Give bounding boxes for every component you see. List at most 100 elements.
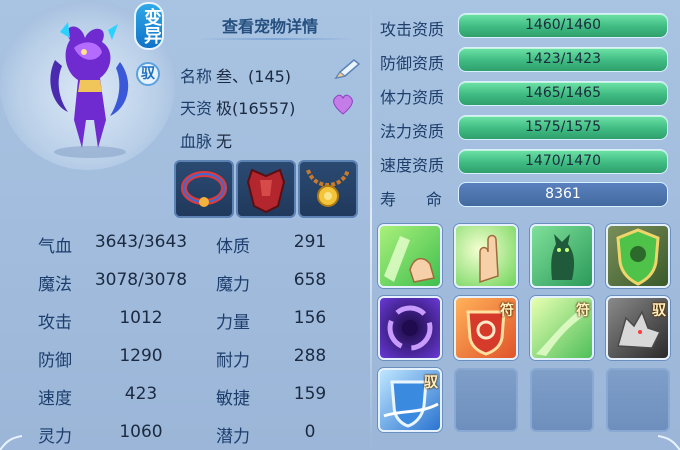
skill-slot-1[interactable]: [378, 224, 442, 288]
mag-value: 658: [293, 270, 327, 290]
name-value: 叁、(145): [216, 67, 292, 86]
panel-divider: [370, 0, 372, 450]
apt-value-spd: 1470/1470: [525, 153, 601, 169]
mag-label: 魔力: [216, 275, 250, 295]
skill-slot-7[interactable]: 符: [530, 296, 594, 360]
agi-value: 159: [293, 384, 327, 404]
stat-str: 力量: [216, 308, 250, 333]
life-bar: 8361: [458, 182, 668, 207]
green-cat-icon: [551, 234, 575, 280]
stat-spd: 速度: [38, 384, 72, 409]
green-shield-icon: [616, 228, 660, 286]
con-label: 体质: [216, 237, 250, 257]
atk-label: 攻击: [38, 313, 72, 333]
purple-vortex-icon: [387, 305, 433, 351]
apt-value-def: 1423/1423: [525, 51, 601, 67]
str-label: 力量: [216, 313, 250, 333]
apt-value-hp: 1465/1465: [525, 85, 601, 101]
stat-mag: 魔力: [216, 270, 250, 295]
life-value: 8361: [545, 186, 581, 202]
agi-label: 敏捷: [216, 389, 250, 409]
yu-tag-shield: 驭: [424, 375, 438, 391]
name-label: 名称: [180, 67, 213, 86]
mp-label: 魔法: [38, 275, 72, 295]
yu-tag-wolf: 驭: [652, 303, 666, 319]
equip-slot-3[interactable]: [298, 160, 358, 218]
apt-bar-spd: 1470/1470: [458, 149, 668, 174]
end-label: 耐力: [216, 351, 250, 371]
skill-slot-4[interactable]: [606, 224, 670, 288]
hp-value: 3643/3643: [94, 232, 188, 252]
spd-value: 423: [124, 384, 158, 404]
skill-slot-3[interactable]: [530, 224, 594, 288]
spi-value: 1060: [119, 422, 163, 442]
stat-hp: 气血: [38, 232, 72, 257]
edit-name-icon[interactable]: [332, 58, 362, 82]
skill-slot-5[interactable]: [378, 296, 442, 360]
apt-value-atk: 1460/1460: [525, 17, 601, 33]
stat-end: 耐力: [216, 346, 250, 371]
skill-slot-empty-2[interactable]: [530, 368, 594, 432]
apt-bar-atk: 1460/1460: [458, 13, 668, 38]
apt-label-def: 防御资质: [380, 54, 445, 73]
pet-talent-row: 天资 极(16557): [180, 95, 295, 119]
fu-tag-red: 符: [500, 303, 514, 319]
fu-tag-green: 符: [576, 303, 590, 319]
bloodline-value: 无: [216, 132, 233, 151]
apt-bar-mp: 1575/1575: [458, 115, 668, 140]
heart-icon[interactable]: [331, 94, 355, 116]
tame-badge: 驭: [136, 62, 160, 86]
stat-atk: 攻击: [38, 308, 72, 333]
end-value: 288: [293, 346, 327, 366]
skill-slot-empty-3[interactable]: [606, 368, 670, 432]
pot-label: 潜力: [216, 427, 250, 447]
spi-label: 灵力: [38, 427, 72, 447]
apt-label-spd: 速度资质: [380, 156, 445, 175]
equip-slot-2[interactable]: [236, 160, 296, 218]
view-pet-details-link[interactable]: 查看宠物详情: [222, 13, 318, 37]
equip-slot-1[interactable]: [174, 160, 234, 218]
atk-value: 1012: [119, 308, 163, 328]
stat-def: 防御: [38, 346, 72, 371]
def-value: 1290: [119, 346, 163, 366]
mp-value: 3078/3078: [94, 270, 188, 290]
pet-figure-icon: [50, 22, 129, 158]
corner-ornament-right-icon: [658, 435, 680, 450]
apt-value-mp: 1575/1575: [525, 119, 601, 135]
skill-slot-6[interactable]: 符: [454, 296, 518, 360]
mutant-badge: 变异: [134, 2, 164, 50]
green-palm-icon: [479, 234, 499, 284]
skill-slot-8[interactable]: 驭: [606, 296, 670, 360]
str-value: 156: [293, 308, 327, 328]
hp-label: 气血: [38, 237, 72, 257]
apt-bar-hp: 1465/1465: [458, 81, 668, 106]
stat-con: 体质: [216, 232, 250, 257]
apt-label-hp: 体力资质: [380, 88, 445, 107]
stat-mp: 魔法: [38, 270, 72, 295]
apt-label-mp: 法力资质: [380, 122, 445, 141]
armor-icon: [246, 168, 286, 214]
skill-slot-9[interactable]: 驭: [378, 368, 442, 432]
skill-slot-2[interactable]: [454, 224, 518, 288]
stat-agi: 敏捷: [216, 384, 250, 409]
talent-value: 极(16557): [216, 99, 296, 118]
con-value: 291: [293, 232, 327, 252]
amulet-icon: [306, 169, 350, 207]
stat-pot: 潜力: [216, 422, 250, 447]
apt-label-atk: 攻击资质: [380, 20, 445, 39]
stat-spi: 灵力: [38, 422, 72, 447]
def-label: 防御: [38, 351, 72, 371]
green-hand-icon: [384, 236, 435, 283]
necklace-collar-icon: [181, 171, 227, 207]
detail-link-underline: [196, 38, 356, 40]
pet-bloodline-row: 血脉无: [180, 128, 232, 152]
bloodline-label: 血脉: [180, 132, 213, 151]
spd-label: 速度: [38, 389, 72, 409]
corner-ornament-left-icon: [0, 435, 22, 450]
apt-bar-def: 1423/1423: [458, 47, 668, 72]
pet-name-row: 名称 叁、(145): [180, 63, 291, 87]
talent-label: 天资: [180, 99, 213, 118]
skill-slot-empty-1[interactable]: [454, 368, 518, 432]
pot-value: 0: [304, 422, 316, 442]
pet-panel: 变异 驭 查看宠物详情 名称 叁、(145) 天资 极(16557) 血脉无 气…: [0, 0, 680, 450]
